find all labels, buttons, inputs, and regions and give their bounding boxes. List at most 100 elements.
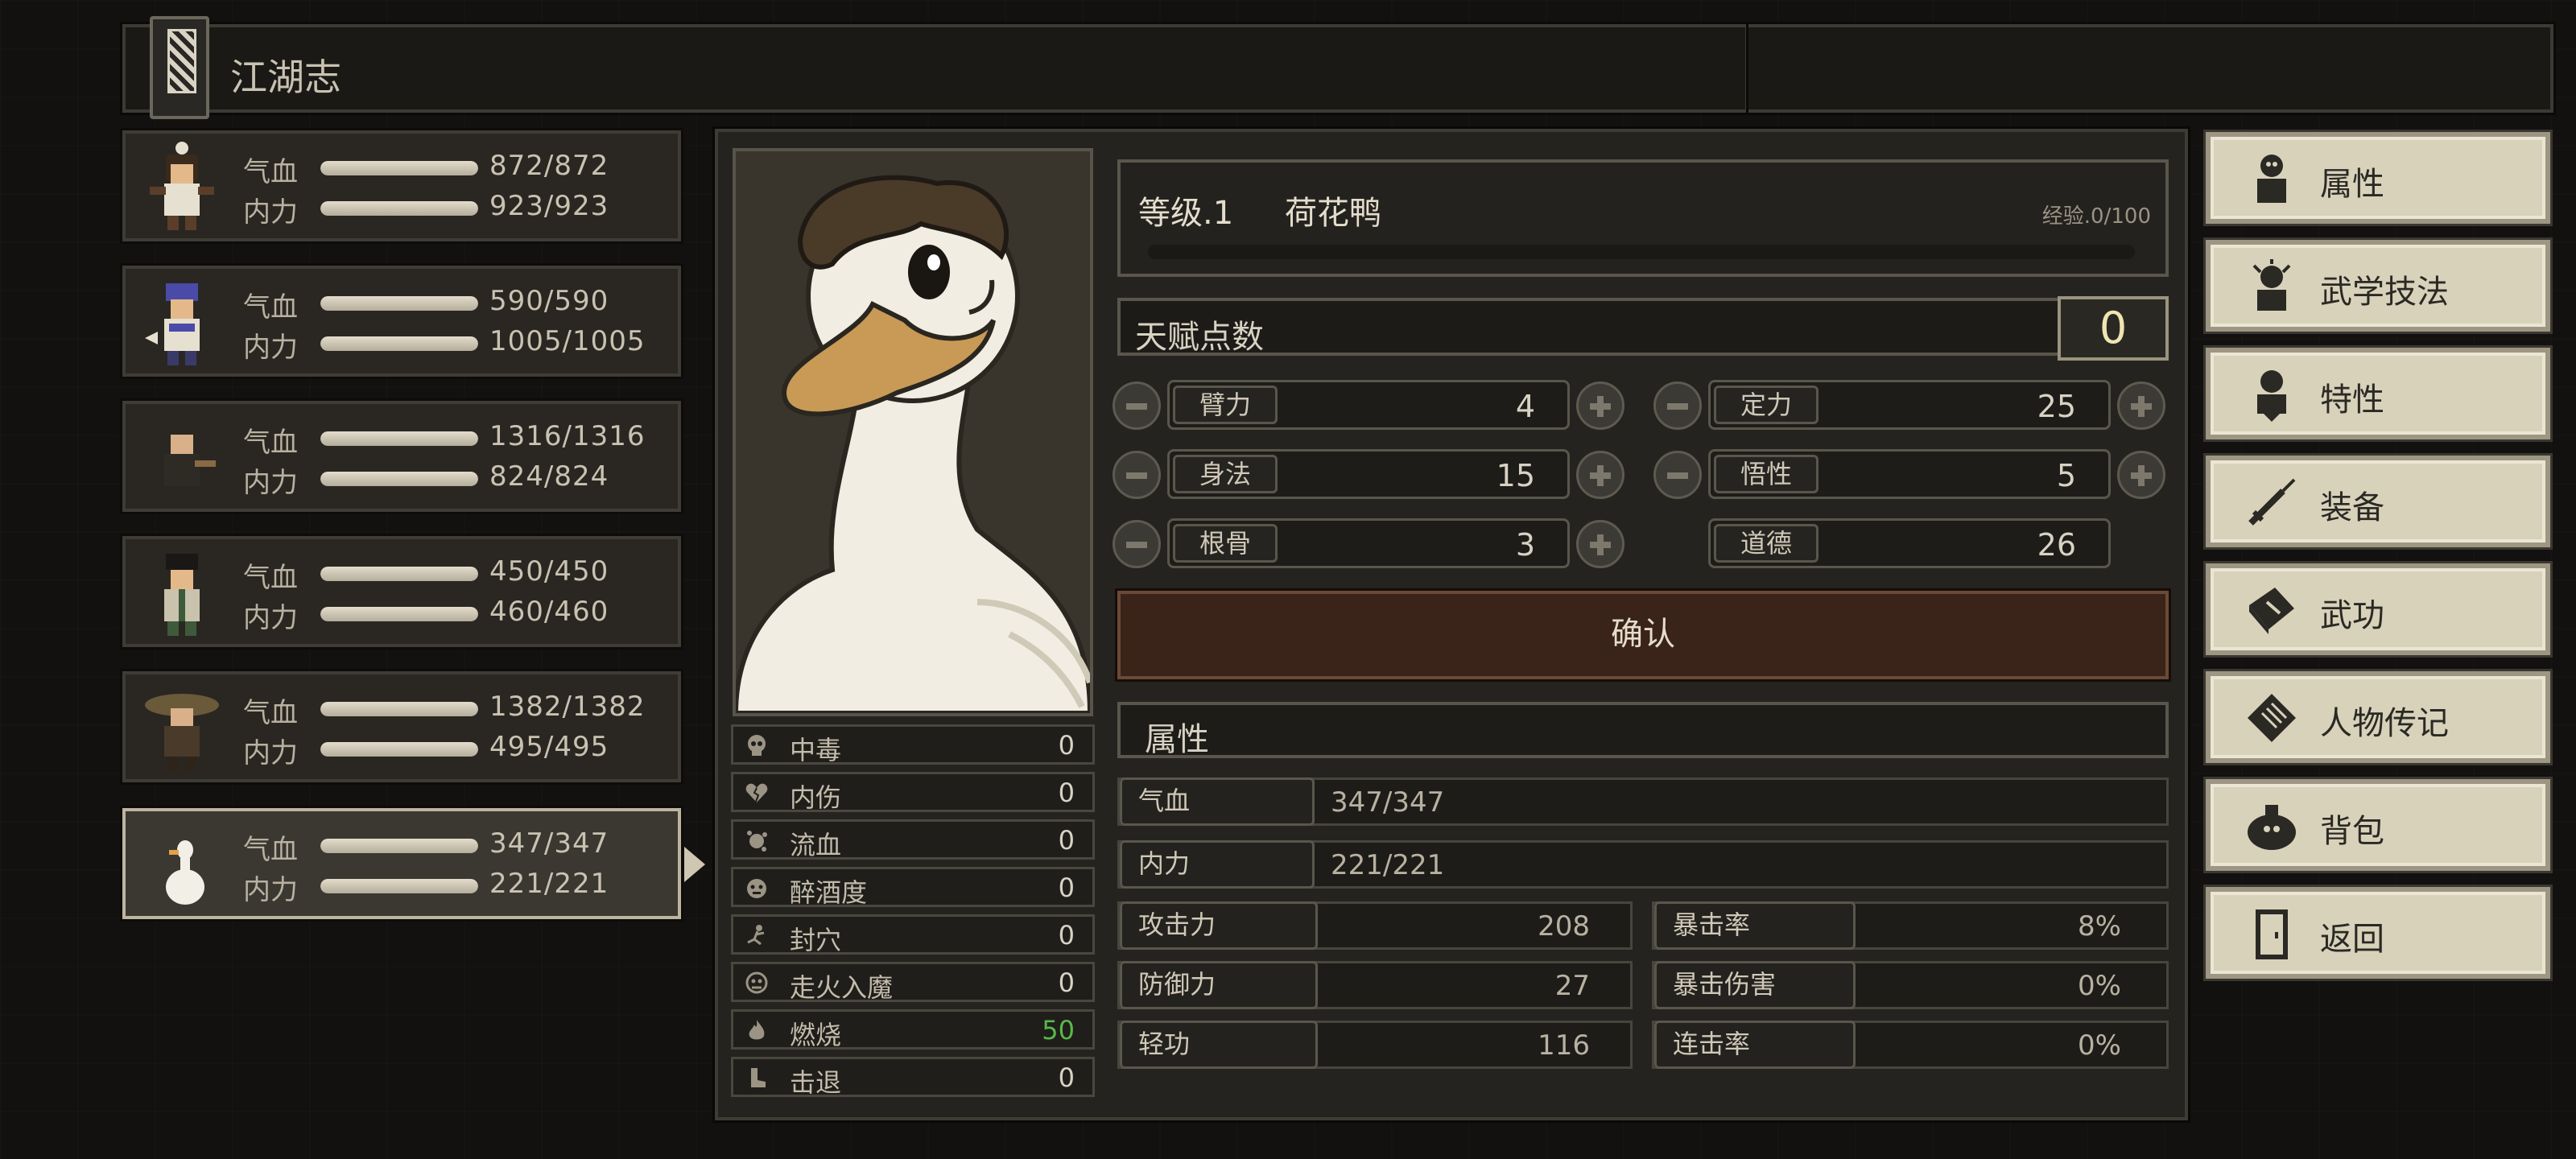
hp-bar-fill	[320, 702, 478, 716]
attr-label: 道德	[1714, 524, 1818, 563]
menu-equipment-button[interactable]: 装备	[2203, 453, 2553, 550]
insight-minus-button[interactable]	[1653, 451, 1702, 499]
menu-traits-button[interactable]: 特性	[2203, 345, 2553, 442]
hp-bar	[320, 161, 478, 175]
mp-label: 内力	[243, 737, 298, 769]
party-member-5[interactable]: 气血 1382/1382 内力 495/495	[120, 669, 683, 785]
status-value: 0	[1058, 730, 1075, 761]
avatar	[164, 554, 200, 636]
prop-label: 暴击伤害	[1654, 961, 1856, 1009]
prop-mp: 内力 221/221	[1117, 840, 2169, 889]
hp-value: 450/450	[489, 555, 609, 588]
boot-icon	[751, 1068, 766, 1087]
mp-value: 923/923	[489, 190, 609, 222]
mp-bar	[320, 472, 478, 486]
hp-label: 气血	[243, 697, 298, 729]
menu-attributes-button[interactable]: 属性	[2203, 130, 2553, 226]
party-member-3[interactable]: 气血 1316/1316 内力 824/824	[120, 398, 683, 514]
status-drunk: 醉酒度 0	[731, 867, 1095, 908]
mp-bar-fill	[320, 742, 478, 757]
menu-biography-button[interactable]: 人物传记	[2203, 669, 2553, 765]
menu-inventory-button[interactable]: 背包	[2203, 777, 2553, 873]
hp-value: 1382/1382	[489, 691, 646, 723]
status-value: 0	[1058, 920, 1075, 951]
party-member-2[interactable]: 气血 590/590 内力 1005/1005	[120, 263, 683, 379]
door-icon	[2256, 909, 2288, 959]
mp-bar	[320, 879, 478, 893]
menu-label: 属性	[2320, 166, 2384, 203]
hp-bar	[320, 702, 478, 716]
status-internal-injury: 内伤 0	[731, 772, 1095, 813]
prop-value: 116	[1538, 1029, 1590, 1062]
attr-label: 悟性	[1714, 455, 1818, 493]
mp-bar-fill	[320, 472, 478, 486]
agility-minus-button[interactable]	[1113, 451, 1161, 499]
status-value: 50	[1042, 1015, 1075, 1046]
status-name: 击退	[790, 1067, 842, 1098]
character-icon	[2257, 155, 2286, 203]
party-member-1[interactable]: 气血 872/872 内力 923/923	[120, 128, 683, 244]
menu-label: 装备	[2320, 489, 2384, 526]
menu-return-button[interactable]: 返回	[2203, 885, 2553, 981]
mp-bar	[320, 336, 478, 351]
prop-attack: 攻击力 208	[1117, 901, 1633, 950]
status-name: 封穴	[790, 925, 842, 955]
attr-value: 5	[2056, 458, 2076, 493]
arm-plus-button[interactable]	[1576, 382, 1624, 430]
attr-arm: 臂力 4	[1167, 380, 1570, 430]
bone-plus-button[interactable]	[1576, 520, 1624, 568]
exp-text: 经验.0/100	[2041, 204, 2151, 229]
sword-icon	[2248, 478, 2296, 526]
prop-value: 8%	[2078, 910, 2121, 942]
confirm-button[interactable]: 确认	[1115, 588, 2171, 682]
hp-value: 590/590	[489, 285, 609, 317]
hp-bar-fill	[320, 431, 478, 446]
hp-bar-fill	[320, 567, 478, 581]
party-member-6-selected[interactable]: 气血 347/347 内力 221/221	[120, 806, 705, 922]
status-value: 0	[1058, 872, 1075, 903]
menu-label: 武功	[2320, 597, 2384, 634]
hp-bar-fill	[320, 161, 478, 175]
scroll-icon	[2248, 694, 2296, 742]
bone-minus-button[interactable]	[1113, 520, 1161, 568]
prop-crit-rate: 暴击率 8%	[1652, 901, 2169, 950]
status-name: 流血	[790, 830, 842, 860]
avatar	[145, 283, 200, 365]
attr-bone: 根骨 3	[1167, 518, 1570, 568]
drunk-face-icon	[747, 879, 766, 898]
level-box: 等级.1 荷花鸭 经验.0/100	[1117, 159, 2169, 277]
selected-arrow-icon	[684, 847, 705, 882]
insight-plus-button[interactable]	[2117, 451, 2165, 499]
broken-heart-icon	[745, 783, 768, 802]
prop-defense: 防御力 27	[1117, 961, 1633, 1009]
arm-minus-button[interactable]	[1113, 382, 1161, 430]
mp-value: 221/221	[489, 868, 609, 900]
hp-value: 347/347	[489, 827, 609, 860]
mp-bar	[320, 201, 478, 216]
level-text: 等级.1	[1138, 195, 1234, 232]
status-name: 内伤	[790, 782, 842, 813]
blood-icon	[747, 831, 767, 852]
attr-value: 4	[1515, 389, 1535, 424]
mp-label: 内力	[243, 602, 298, 634]
menu-skills-button[interactable]: 武学技法	[2203, 237, 2553, 334]
hp-value: 872/872	[489, 150, 609, 182]
mp-bar-fill	[320, 607, 478, 621]
hp-label: 气血	[243, 562, 298, 594]
calm-minus-button[interactable]	[1653, 382, 1702, 430]
talent-points-box: 天赋点数 0	[1117, 296, 2169, 361]
prop-crit-damage: 暴击伤害 0%	[1652, 961, 2169, 1009]
prop-label: 防御力	[1120, 961, 1318, 1009]
status-value: 0	[1058, 825, 1075, 856]
status-name: 中毒	[790, 735, 842, 765]
menu-martial-arts-button[interactable]: 武功	[2203, 561, 2553, 658]
mp-value: 495/495	[489, 731, 609, 763]
party-member-4[interactable]: 气血 450/450 内力 460/460	[120, 534, 683, 650]
calm-plus-button[interactable]	[2117, 382, 2165, 430]
mp-value: 1005/1005	[489, 325, 646, 357]
hp-label: 气血	[243, 834, 298, 866]
mp-bar	[320, 607, 478, 621]
hp-label: 气血	[243, 427, 298, 459]
hp-label: 气血	[243, 156, 298, 188]
agility-plus-button[interactable]	[1576, 451, 1624, 499]
